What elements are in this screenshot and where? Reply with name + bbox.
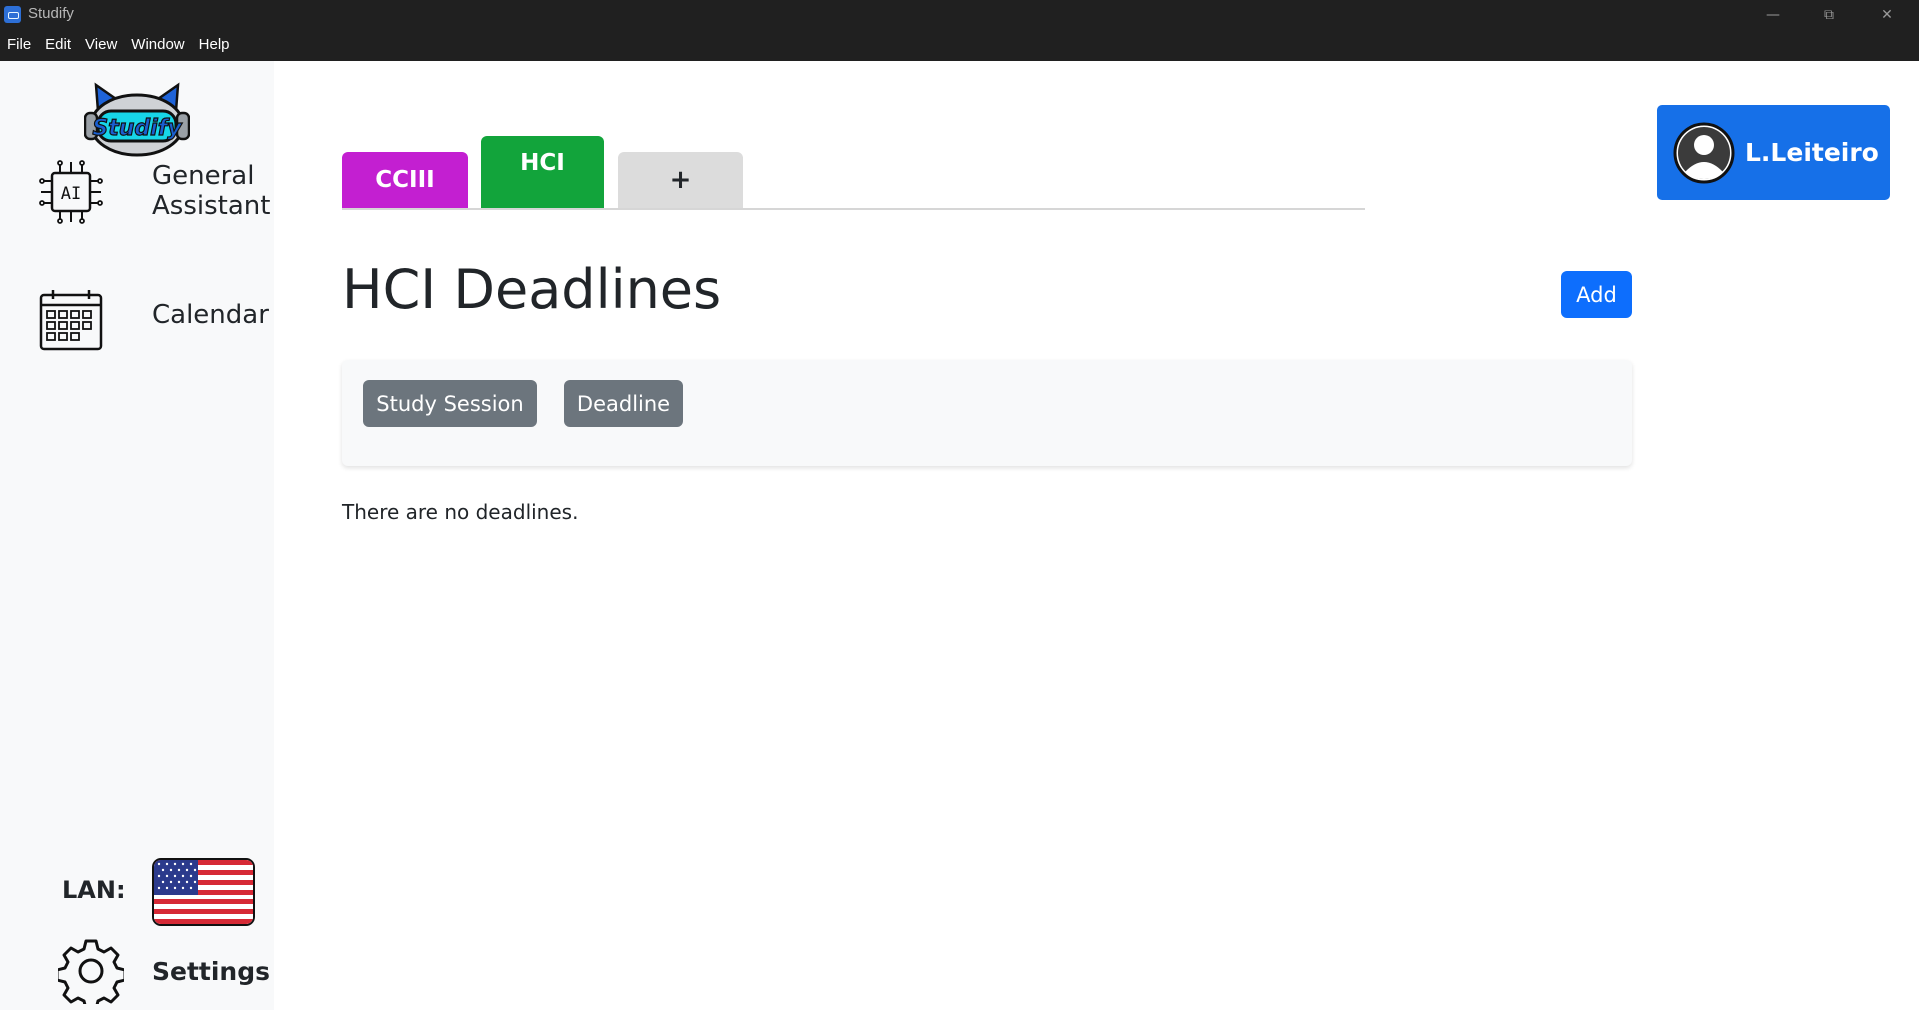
- empty-state-message: There are no deadlines.: [342, 500, 579, 524]
- filter-card: Study Session Deadline: [342, 360, 1632, 466]
- close-icon[interactable]: ✕: [1864, 2, 1910, 28]
- studify-logo[interactable]: Studify: [84, 81, 190, 159]
- menu-edit[interactable]: Edit: [38, 34, 78, 56]
- menu-help[interactable]: Help: [192, 34, 237, 56]
- tab-hci[interactable]: HCI: [481, 136, 604, 208]
- sidebar-item-general-assistant[interactable]: AI General Assistant: [38, 159, 272, 225]
- svg-text:AI: AI: [61, 184, 81, 204]
- sidebar-item-label: Calendar: [152, 300, 269, 330]
- sidebar-item-label: General Assistant: [152, 161, 271, 221]
- logo-lettering: Studify: [92, 115, 184, 141]
- sidebar-item-calendar[interactable]: Calendar: [38, 287, 269, 353]
- title-bar: Studify — ⧉ ✕ File Edit View Window Help: [0, 0, 1919, 61]
- sidebar-item-settings[interactable]: Settings: [58, 938, 270, 1004]
- add-tab-button[interactable]: +: [618, 152, 743, 208]
- svg-text:Studify: Studify: [92, 116, 183, 141]
- page-title: HCI Deadlines: [342, 258, 722, 321]
- user-profile-button[interactable]: L.Leiteiro: [1657, 105, 1890, 200]
- us-flag-icon[interactable]: [152, 858, 255, 926]
- ai-chip-icon: AI: [39, 160, 103, 224]
- user-avatar-icon: [1673, 122, 1735, 183]
- menu-view[interactable]: View: [78, 34, 124, 56]
- deadline-filter-button[interactable]: Deadline: [564, 380, 683, 427]
- menu-window[interactable]: Window: [124, 34, 191, 56]
- language-label: LAN:: [62, 876, 126, 904]
- subject-tabs: CCIII HCI +: [342, 136, 1365, 210]
- add-button[interactable]: Add: [1561, 271, 1632, 318]
- window-title: Studify: [28, 5, 74, 22]
- restore-icon[interactable]: ⧉: [1806, 2, 1852, 28]
- menu-bar: File Edit View Window Help: [0, 34, 237, 56]
- sidebar: Studify AI General Assistant Calendar LA…: [0, 61, 274, 1010]
- user-name: L.Leiteiro: [1745, 138, 1879, 167]
- menu-file[interactable]: File: [0, 34, 38, 56]
- study-session-filter-button[interactable]: Study Session: [363, 380, 537, 427]
- settings-label: Settings: [152, 956, 271, 986]
- tab-cciii[interactable]: CCIII: [342, 152, 468, 208]
- minimize-icon[interactable]: —: [1750, 2, 1796, 28]
- app-icon: [4, 6, 21, 23]
- gear-icon: [58, 939, 124, 1004]
- calendar-icon: [39, 290, 103, 351]
